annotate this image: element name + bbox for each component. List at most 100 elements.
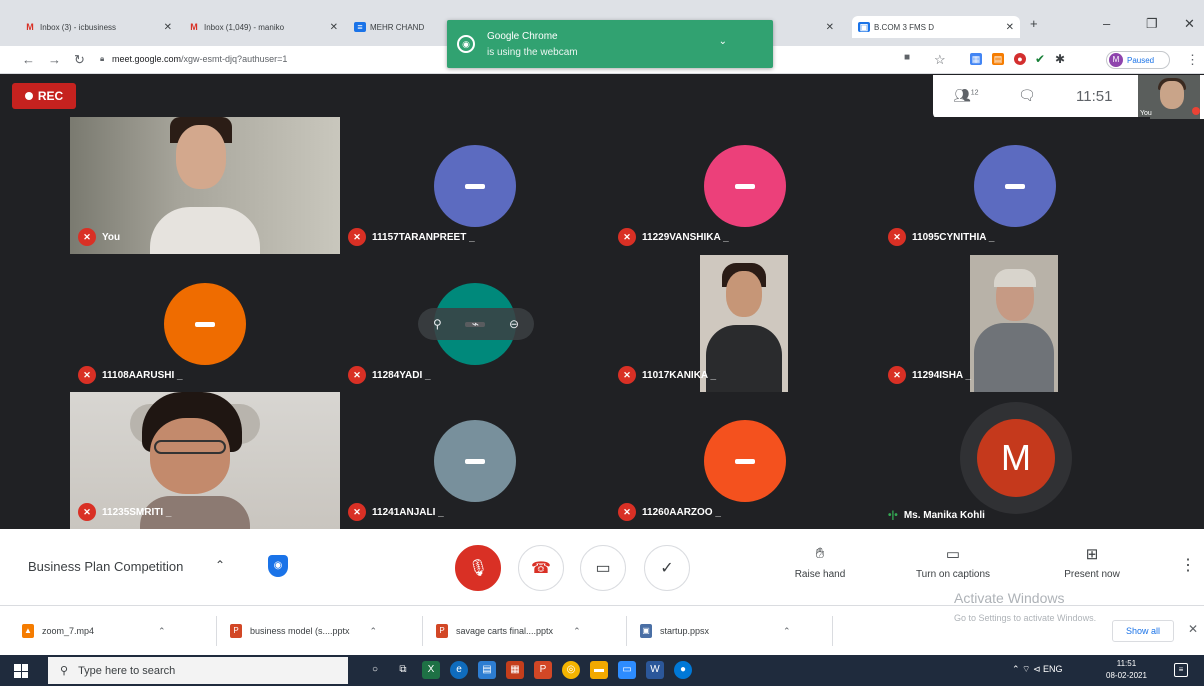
store-icon[interactable]: ▤	[478, 661, 496, 679]
close-tab-icon[interactable]: ✕	[164, 22, 172, 33]
download-filename: startup.ppsx	[660, 626, 710, 636]
maximize-button[interactable]: ❐	[1146, 16, 1158, 32]
extension-icon[interactable]: ▦	[970, 53, 982, 65]
webcam-notice[interactable]: ◉ Google Chrome is using the webcam ⌄	[447, 20, 773, 68]
close-window-button[interactable]: ✕	[1184, 16, 1195, 32]
close-tab-icon[interactable]: ✕	[826, 22, 834, 33]
download-item[interactable]: P savage carts final....pptx ⌃	[436, 618, 581, 644]
camera-indicator-icon[interactable]: ■	[904, 52, 910, 63]
file-explorer-icon[interactable]: ▬	[590, 661, 608, 679]
chevron-up-icon[interactable]: ⌃	[215, 558, 225, 572]
forward-icon[interactable]: →	[48, 52, 61, 67]
chevron-up-icon[interactable]: ⌃	[158, 626, 166, 637]
participant-tile[interactable]: ✕ 11229VANSHIKA _	[610, 117, 880, 254]
notification-center-icon[interactable]: ≡	[1174, 663, 1188, 677]
browser-tab-hidden[interactable]: ✕	[780, 16, 840, 38]
participant-tile[interactable]: ✕ 11095CYNITHIA _	[880, 117, 1150, 254]
mic-off-icon: ✕	[348, 366, 366, 384]
present-now-button[interactable]: ⊞ Present now	[1052, 545, 1132, 580]
powerpoint-icon[interactable]: P	[534, 661, 552, 679]
mic-toggle-button[interactable]: 🎙︎	[455, 545, 501, 591]
chevron-down-icon[interactable]: ⌄	[719, 36, 727, 47]
mic-off-icon: ✕	[618, 366, 636, 384]
close-tab-icon[interactable]: ✕	[1006, 22, 1014, 33]
vlc-icon: ▲	[22, 624, 34, 638]
remove-participant-icon[interactable]: ⊖	[509, 317, 519, 331]
system-tray[interactable]: ⌃ ⌔ ⊲ ENG	[1012, 664, 1063, 675]
download-item[interactable]: P business model (s....pptx ⌃	[230, 618, 377, 644]
webcam-notice-title: Google Chrome	[487, 31, 558, 42]
profile-button[interactable]: M Paused	[1106, 51, 1170, 69]
download-item[interactable]: ▣ startup.ppsx ⌃	[640, 618, 791, 644]
show-all-button[interactable]: Show all	[1112, 620, 1174, 642]
participant-tile[interactable]: ✕ 11241ANJALI _	[340, 392, 610, 529]
language-indicator: ENG	[1043, 664, 1063, 674]
reload-icon[interactable]: ↻	[74, 52, 85, 68]
zoom-icon[interactable]: ▭	[618, 661, 636, 679]
calendar-app-icon[interactable]: ▦	[506, 661, 524, 679]
mic-off-icon: 🎙︎	[467, 560, 489, 577]
chat-button[interactable]: 🗨︎	[1018, 87, 1036, 104]
cortana-icon[interactable]: ○	[366, 661, 384, 679]
self-view-label: You	[1140, 110, 1152, 117]
participant-tile[interactable]: ✕ 11157TARANPREET _	[340, 117, 610, 254]
edge-icon[interactable]: e	[450, 661, 468, 679]
mic-off-icon: ✕	[78, 228, 96, 246]
app-icon[interactable]: ●	[674, 661, 692, 679]
participant-tile[interactable]: ✕ 11017KANIKA _	[610, 255, 880, 392]
webcam-icon: ◉	[457, 35, 475, 53]
word-icon[interactable]: W	[646, 661, 664, 679]
meeting-title[interactable]: Business Plan Competition	[28, 559, 183, 574]
leave-call-button[interactable]: ☎︎	[518, 545, 564, 591]
captions-button[interactable]: ▭ Turn on captions	[898, 545, 1008, 580]
chevron-up-icon[interactable]: ⌃	[783, 626, 791, 637]
browser-tab-docs[interactable]: ≡ MEHR CHAND	[348, 16, 448, 38]
chrome-icon[interactable]: ◎	[562, 661, 580, 679]
mic-off-icon: ✕	[618, 503, 636, 521]
lock-icon[interactable]: 🔒︎	[100, 54, 104, 64]
chevron-up-icon[interactable]: ⌃	[573, 626, 581, 637]
speaking-avatar-ring: M	[960, 402, 1072, 514]
mic-off-icon: ✕	[618, 228, 636, 246]
participant-nameplate: ✕ 11260AARZOO _	[618, 503, 721, 521]
browser-tab-gmail-1[interactable]: M Inbox (3) - icbusiness ✕	[18, 16, 178, 38]
checkmark-button[interactable]: ✓	[644, 545, 690, 591]
mic-off-icon: ✕	[78, 503, 96, 521]
participant-tile-you[interactable]: ✕ You	[70, 117, 340, 254]
participant-tile-speaking[interactable]: M •|• Ms. Manika Kohli	[880, 392, 1150, 529]
extensions-puzzle-icon[interactable]: ✱	[1054, 53, 1066, 65]
more-options-icon[interactable]: ⋮	[1180, 555, 1196, 575]
back-icon[interactable]: ←	[22, 52, 35, 67]
mic-muted-indicator	[1192, 107, 1200, 115]
participant-tile[interactable]: ✕ 11235SMRITI _	[70, 392, 340, 529]
taskbar-clock[interactable]: 11:51 08-02-2021	[1106, 658, 1147, 682]
mute-participant-icon[interactable]: ⌁	[472, 317, 479, 331]
checkmark-extension-icon[interactable]: ✔	[1034, 53, 1046, 65]
url-field[interactable]: meet.google.com/xgw-esmt-djq?authuser=1	[112, 54, 287, 64]
host-controls-shield-icon[interactable]: ◉	[268, 555, 288, 577]
close-tab-icon[interactable]: ✕	[330, 22, 338, 33]
browser-tab-gmail-2[interactable]: M Inbox (1,049) - maniko ✕	[182, 16, 344, 38]
participant-tile[interactable]: ✕ 11260AARZOO _	[610, 392, 880, 529]
extension-icon[interactable]: ●	[1014, 53, 1026, 65]
chrome-menu-icon[interactable]: ⋮	[1186, 52, 1199, 68]
windows-start-icon[interactable]	[14, 664, 28, 678]
participant-tile[interactable]: ✕ 11294ISHA _	[880, 255, 1150, 392]
participants-button[interactable]: 👥︎12	[953, 87, 979, 104]
participant-tile[interactable]: ✕ 11108AARUSHI _	[70, 255, 340, 392]
self-view-thumbnail[interactable]: You	[1138, 75, 1200, 119]
taskbar-search-box[interactable]: ⚲ Type here to search	[48, 657, 348, 684]
close-download-bar-icon[interactable]: ✕	[1188, 622, 1198, 636]
extension-icon[interactable]: ▤	[992, 53, 1004, 65]
pin-icon[interactable]: ⚲	[433, 317, 442, 331]
new-tab-button[interactable]: +	[1030, 16, 1038, 31]
raise-hand-button[interactable]: ✋︎ Raise hand	[782, 545, 858, 580]
download-item[interactable]: ▲ zoom_7.mp4 ⌃	[22, 618, 166, 644]
chevron-up-icon[interactable]: ⌃	[370, 626, 378, 637]
minimize-button[interactable]: –	[1103, 16, 1110, 31]
bookmark-star-icon[interactable]: ☆	[934, 52, 946, 68]
excel-icon[interactable]: X	[422, 661, 440, 679]
camera-toggle-button[interactable]: ▭	[580, 545, 626, 591]
task-view-icon[interactable]: ⧉	[394, 661, 412, 679]
browser-tab-meet[interactable]: ▣ B.COM 3 FMS D ✕	[852, 16, 1020, 38]
